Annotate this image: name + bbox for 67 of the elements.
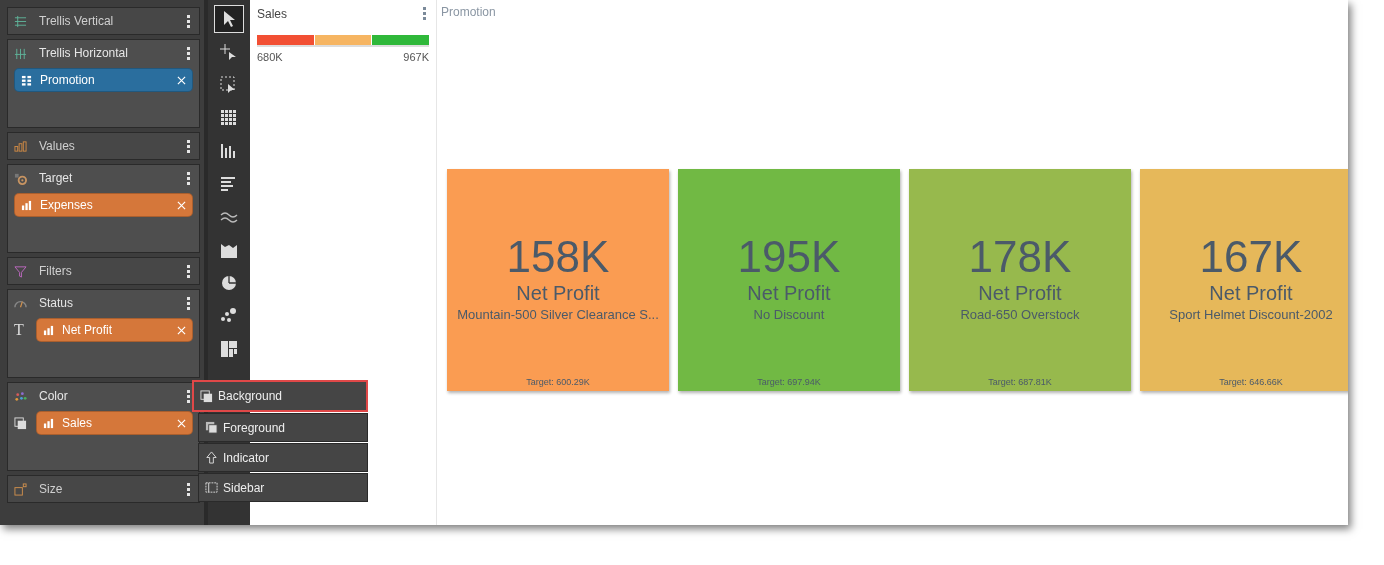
promotion-name: Mountain-500 Silver Clearance S... [457, 307, 659, 323]
menu-item[interactable]: Foreground [198, 413, 368, 442]
range-min-label: 680K [257, 51, 283, 63]
bar-chart-icon [14, 139, 27, 153]
target-label: Target: 646.66K [1219, 377, 1283, 387]
more-options-icon[interactable] [184, 44, 193, 62]
up-arrow-icon [205, 451, 218, 464]
promotion-name: Sport Helmet Discount-2002 [1169, 307, 1333, 323]
more-options-icon[interactable] [184, 137, 193, 155]
well-title: Status [39, 296, 75, 310]
close-icon[interactable] [177, 418, 186, 428]
well-title: Color [39, 389, 69, 403]
kpi-value: 178K [968, 233, 1072, 282]
well-title: Trellis Vertical [39, 14, 115, 28]
bar-chart-icon [21, 199, 32, 211]
promotion-name: Road-650 Overstock [960, 307, 1080, 323]
menu-item[interactable]: Background [192, 380, 368, 412]
more-options-icon[interactable] [420, 5, 429, 22]
target-label: Target: 600.29K [526, 377, 590, 387]
target-icon [14, 171, 27, 185]
legend-title: Sales [257, 6, 288, 21]
well-title: Target [39, 171, 74, 185]
treemap-icon [219, 339, 239, 359]
toolbar-button[interactable] [214, 5, 244, 33]
bar-chart-icon [43, 324, 54, 336]
layers-icon [14, 416, 27, 430]
columns-icon [14, 46, 27, 60]
close-icon[interactable] [177, 75, 186, 85]
text-type-icon: T [14, 321, 30, 339]
layers-icon [200, 389, 213, 403]
more-options-icon[interactable] [184, 480, 193, 498]
filter-icon [14, 264, 27, 278]
pie-chart-icon [219, 273, 239, 293]
bar-chart-icon [43, 417, 54, 429]
promotion-name: No Discount [753, 307, 825, 323]
well-title: Filters [39, 264, 73, 278]
menu-item[interactable]: Sidebar [198, 473, 368, 502]
more-options-icon[interactable] [184, 169, 193, 187]
more-options-icon[interactable] [184, 387, 193, 405]
lines-icon [14, 14, 27, 28]
layers-icon [205, 421, 218, 434]
kpi-value: 195K [737, 233, 841, 282]
grid-icon [219, 108, 239, 128]
more-options-icon[interactable] [184, 262, 193, 280]
target-label: Target: 697.94K [757, 377, 821, 387]
resize-icon [14, 482, 27, 496]
well-title: Size [39, 482, 64, 496]
more-options-icon[interactable] [184, 12, 193, 30]
close-icon[interactable] [177, 200, 186, 210]
grid-icon [21, 74, 32, 86]
measure-label: Net Profit [747, 281, 831, 306]
close-icon[interactable] [177, 325, 186, 335]
sidebar-icon [205, 481, 218, 494]
kpi-value: 158K [506, 233, 610, 282]
field-chip[interactable]: Promotion [14, 68, 193, 92]
kpi-value: 167K [1199, 233, 1303, 282]
well-title: Trellis Horizontal [39, 46, 129, 60]
well-title: Values [39, 139, 76, 153]
palette-icon [14, 389, 27, 403]
measure-label: Net Profit [516, 281, 600, 306]
trellis-title: Promotion [441, 5, 496, 19]
measure-label: Net Profit [1209, 281, 1293, 306]
menu-item[interactable]: Indicator [198, 443, 368, 472]
target-label: Target: 687.81K [988, 377, 1052, 387]
range-max-label: 967K [403, 51, 429, 63]
more-options-icon[interactable] [184, 294, 193, 312]
measure-label: Net Profit [978, 281, 1062, 306]
